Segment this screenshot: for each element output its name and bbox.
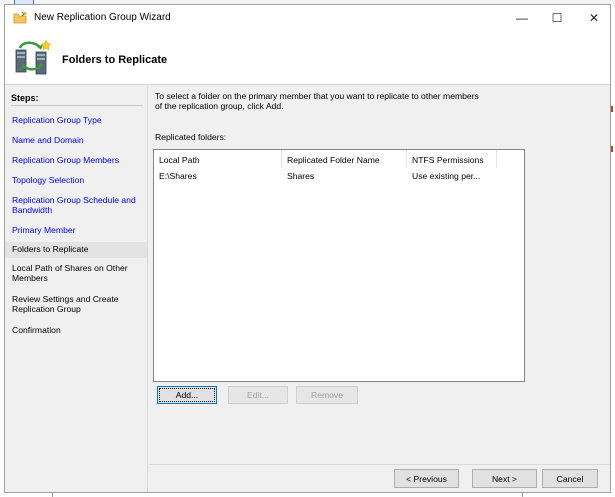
cell-replicated-folder-name: Shares xyxy=(287,171,315,181)
step-label: Review Settings and Create Replication G… xyxy=(12,294,119,314)
footer-divider xyxy=(149,464,610,465)
step-label: Confirmation xyxy=(12,325,61,335)
wizard-footer: < Previous Next > Cancel xyxy=(149,464,610,492)
background-divider xyxy=(52,493,53,497)
step-schedule-and-bandwidth[interactable]: Replication Group Schedule and Bandwidth xyxy=(12,195,146,215)
main-content: To select a folder on the primary member… xyxy=(149,86,610,464)
steps-panel: Steps: Replication Group Type Name and D… xyxy=(5,86,148,492)
step-primary-member[interactable]: Primary Member xyxy=(12,225,146,236)
remove-button[interactable]: Remove xyxy=(296,386,358,404)
column-label: Replicated Folder Name xyxy=(287,155,380,165)
window-title: New Replication Group Wizard xyxy=(34,12,171,23)
page-title: Folders to Replicate xyxy=(62,54,168,66)
step-replication-group-members[interactable]: Replication Group Members xyxy=(12,155,146,166)
column-header-local-path[interactable]: Local Path xyxy=(154,150,282,168)
replicated-folders-label: Replicated folders: xyxy=(155,132,227,142)
minimize-icon: — xyxy=(516,11,528,25)
replicated-folders-list[interactable]: Local Path Replicated Folder Name NTFS P… xyxy=(153,149,525,382)
wizard-folder-icon xyxy=(13,11,27,24)
step-topology-selection[interactable]: Topology Selection xyxy=(12,175,146,186)
edit-button-label: Edit... xyxy=(247,390,269,400)
replication-group-icon xyxy=(15,39,52,75)
edit-button[interactable]: Edit... xyxy=(228,386,288,404)
background-divider xyxy=(522,493,523,497)
background-mark xyxy=(611,146,613,152)
cancel-button-label: Cancel xyxy=(556,473,584,484)
step-label: Name and Domain xyxy=(12,135,84,145)
steps-heading: Steps: xyxy=(11,93,39,103)
wizard-header: Folders to Replicate xyxy=(5,31,610,85)
previous-button[interactable]: < Previous xyxy=(394,469,459,488)
remove-button-label: Remove xyxy=(311,390,343,400)
previous-button-label: < Previous xyxy=(406,473,447,484)
close-icon: ✕ xyxy=(588,11,600,25)
wizard-window: New Replication Group Wizard — ☐ ✕ Folde… xyxy=(4,4,611,493)
step-label: Topology Selection xyxy=(12,175,85,185)
step-label: Replication Group Schedule and Bandwidth xyxy=(12,195,136,215)
step-review-settings: Review Settings and Create Replication G… xyxy=(12,294,146,314)
step-label: Primary Member xyxy=(12,225,76,235)
list-header: Local Path Replicated Folder Name NTFS P… xyxy=(154,150,524,168)
steps-divider xyxy=(11,105,143,106)
step-label: Replication Group Type xyxy=(12,115,102,125)
next-button[interactable]: Next > xyxy=(472,469,537,488)
cell-ntfs-permissions: Use existing per... xyxy=(412,171,481,181)
column-header-ntfs-permissions[interactable]: NTFS Permissions xyxy=(407,150,497,168)
column-label: NTFS Permissions xyxy=(412,155,484,165)
step-folders-to-replicate: Folders to Replicate xyxy=(5,242,147,258)
cell-local-path: E:\Shares xyxy=(159,171,197,181)
add-button[interactable]: Add... xyxy=(157,386,217,404)
step-confirmation: Confirmation xyxy=(12,325,146,336)
title-bar[interactable]: New Replication Group Wizard — ☐ ✕ xyxy=(5,5,610,31)
step-replication-group-type[interactable]: Replication Group Type xyxy=(12,115,146,126)
step-local-path-of-shares: Local Path of Shares on Other Members xyxy=(12,263,146,283)
step-name-and-domain[interactable]: Name and Domain xyxy=(12,135,146,146)
column-label: Local Path xyxy=(159,155,200,165)
add-button-label: Add... xyxy=(175,390,199,400)
step-label: Folders to Replicate xyxy=(12,244,89,254)
minimize-button[interactable]: — xyxy=(505,5,539,31)
table-row[interactable]: E:\Shares Shares Use existing per... xyxy=(154,169,524,183)
next-button-label: Next > xyxy=(491,473,518,484)
maximize-button[interactable]: ☐ xyxy=(540,5,574,31)
maximize-icon: ☐ xyxy=(551,11,563,25)
column-header-replicated-folder-name[interactable]: Replicated Folder Name xyxy=(282,150,407,168)
step-label: Replication Group Members xyxy=(12,155,119,165)
instructions-text: To select a folder on the primary member… xyxy=(155,91,479,111)
close-button[interactable]: ✕ xyxy=(577,5,611,31)
background-mark xyxy=(611,106,613,112)
cancel-button[interactable]: Cancel xyxy=(542,469,598,488)
step-label: Local Path of Shares on Other Members xyxy=(12,263,128,283)
